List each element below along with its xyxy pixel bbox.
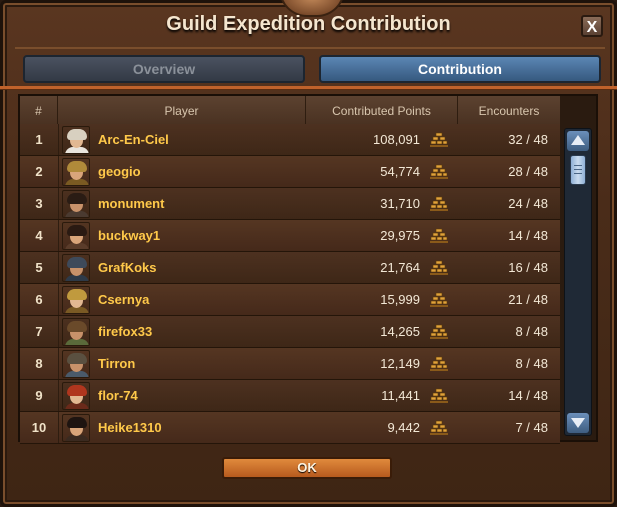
rank-cell: 4 [20,220,59,251]
points-value: 11,441 [381,388,420,403]
expedition-points-icon [430,164,448,179]
table-header: # Player Contributed Points Encounters [20,96,560,125]
expedition-points-icon [430,196,448,211]
player-avatar[interactable] [62,414,90,442]
player-name[interactable]: Arc-En-Ciel [98,124,298,155]
encounters-value: 28 / 48 [508,164,548,179]
rank-cell: 1 [20,124,59,155]
header-points[interactable]: Contributed Points [306,96,458,124]
points-value: 12,149 [380,356,420,371]
tab-underline [0,86,617,89]
points-value: 9,442 [387,420,420,435]
rank-cell: 10 [20,412,59,443]
tab-contribution[interactable]: Contribution [319,55,601,83]
rank-cell: 6 [20,284,59,315]
scrollbar[interactable] [564,128,592,436]
expedition-points-icon [430,292,448,307]
player-avatar[interactable] [62,382,90,410]
encounters-value: 8 / 48 [515,356,548,371]
rank-cell: 7 [20,316,59,347]
table-row[interactable]: 1 Arc-En-Ciel 108,091 32 / 48 [20,124,560,156]
table-row[interactable]: 8 Tirron 12,149 8 / 48 [20,348,560,380]
player-avatar[interactable] [62,190,90,218]
header-encounters[interactable]: Encounters [458,96,560,124]
scroll-thumb[interactable] [570,155,586,185]
header-rank: # [20,96,58,124]
player-avatar[interactable] [62,286,90,314]
table-row[interactable]: 6 Csernya 15,999 21 / 48 [20,284,560,316]
player-name[interactable]: Heike1310 [98,412,298,443]
player-avatar[interactable] [62,222,90,250]
rank-cell: 2 [20,156,59,187]
player-avatar[interactable] [62,318,90,346]
contribution-table: # Player Contributed Points Encounters 1… [18,94,598,444]
points-value: 54,774 [380,164,420,179]
tab-strip: Overview Contribution [15,47,605,91]
player-avatar[interactable] [62,126,90,154]
arrow-up-icon [571,135,585,145]
table-row[interactable]: 10 Heike1310 9,442 7 / 48 [20,412,560,444]
points-value: 29,975 [380,228,420,243]
expedition-points-icon [430,324,448,339]
table-row[interactable]: 9 flor-74 11,441 14 / 48 [20,380,560,412]
expedition-points-icon [430,388,448,403]
table-row[interactable]: 2 geogio 54,774 28 / 48 [20,156,560,188]
encounters-value: 32 / 48 [508,132,548,147]
close-button[interactable]: X [581,15,603,37]
player-name[interactable]: Csernya [98,284,298,315]
encounters-value: 7 / 48 [515,420,548,435]
player-name[interactable]: monument [98,188,298,219]
rank-cell: 5 [20,252,59,283]
encounters-value: 14 / 48 [508,388,548,403]
tab-overview[interactable]: Overview [23,55,305,83]
points-value: 31,710 [380,196,420,211]
expedition-points-icon [430,356,448,371]
player-name[interactable]: buckway1 [98,220,298,251]
points-value: 14,265 [380,324,420,339]
player-name[interactable]: Tirron [98,348,298,379]
player-avatar[interactable] [62,158,90,186]
table-row[interactable]: 7 firefox33 14,265 8 / 48 [20,316,560,348]
points-value: 21,764 [380,260,420,275]
arrow-down-icon [571,418,585,428]
points-value: 108,091 [373,132,420,147]
table-body: 1 Arc-En-Ciel 108,091 32 / 48 2 geogio 54,774 2… [20,124,560,444]
player-avatar[interactable] [62,350,90,378]
encounters-value: 8 / 48 [515,324,548,339]
player-avatar[interactable] [62,254,90,282]
table-row[interactable]: 4 buckway1 29,975 14 / 48 [20,220,560,252]
expedition-points-icon [430,132,448,147]
encounters-value: 14 / 48 [508,228,548,243]
player-name[interactable]: firefox33 [98,316,298,347]
table-row[interactable]: 3 monument 31,710 24 / 48 [20,188,560,220]
window-title: Guild Expedition Contribution [166,13,451,35]
player-name[interactable]: geogio [98,156,298,187]
scroll-up-button[interactable] [567,131,589,151]
points-value: 15,999 [380,292,420,307]
rank-cell: 3 [20,188,59,219]
expedition-points-icon [430,228,448,243]
encounters-value: 21 / 48 [508,292,548,307]
player-name[interactable]: flor-74 [98,380,298,411]
encounters-value: 16 / 48 [508,260,548,275]
scroll-down-button[interactable] [567,413,589,433]
ok-button[interactable]: OK [222,457,392,479]
table-row[interactable]: 5 GrafKoks 21,764 16 / 48 [20,252,560,284]
player-name[interactable]: GrafKoks [98,252,298,283]
encounters-value: 24 / 48 [508,196,548,211]
header-player[interactable]: Player [58,96,306,124]
expedition-points-icon [430,420,448,435]
rank-cell: 8 [20,348,59,379]
rank-cell: 9 [20,380,59,411]
expedition-points-icon [430,260,448,275]
